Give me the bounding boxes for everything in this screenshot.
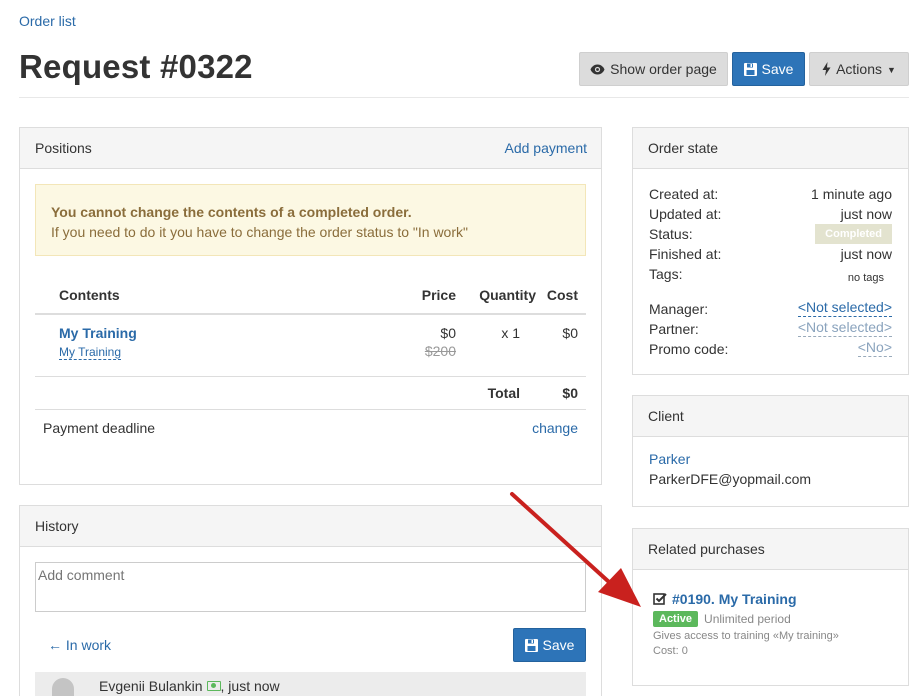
- period-text: Unlimited period: [704, 612, 791, 626]
- partner-label: Partner:: [649, 321, 699, 337]
- cost-value: $0: [562, 325, 578, 341]
- col-cost: Cost: [536, 276, 586, 315]
- history-save-button[interactable]: Save: [513, 628, 586, 662]
- positions-header: Positions Add payment: [20, 128, 601, 169]
- show-order-page-label: Show order page: [610, 61, 717, 77]
- lightning-icon: [822, 62, 831, 76]
- old-price-value: $200: [424, 343, 456, 359]
- access-text: Gives access to training «My training»: [653, 630, 839, 642]
- finished-value: just now: [840, 246, 892, 262]
- manager-select[interactable]: <Not selected>: [797, 299, 892, 317]
- client-email: ParkerDFE@yopmail.com: [649, 471, 812, 487]
- floppy-disk-icon: [743, 62, 757, 76]
- money-icon: [206, 681, 221, 691]
- add-payment-link[interactable]: Add payment: [505, 140, 588, 156]
- positions-table: Contents Price Quantity Cost My Training…: [35, 276, 586, 436]
- total-value: $0: [562, 384, 578, 401]
- status-label: Status:: [649, 226, 693, 242]
- payment-deadline-label: Payment deadline: [43, 419, 156, 436]
- entry-author: Evgenii Bulankin: [99, 678, 203, 694]
- header-divider: [19, 97, 909, 98]
- finished-label: Finished at:: [649, 246, 722, 262]
- arrow-left-icon: ←: [48, 637, 62, 653]
- show-order-page-button[interactable]: Show order page: [579, 52, 728, 86]
- product-sub-link[interactable]: My Training: [59, 345, 122, 360]
- back-status-label: In work: [65, 637, 112, 653]
- payment-deadline-row: Payment deadline change: [35, 409, 586, 436]
- floppy-disk-icon: [524, 638, 538, 652]
- order-state-title: Order state: [648, 140, 719, 156]
- promo-label: Promo code:: [649, 341, 729, 357]
- price-value: $0: [440, 325, 456, 341]
- created-label: Created at:: [649, 186, 719, 202]
- client-header: Client: [633, 396, 908, 437]
- comment-input[interactable]: [35, 562, 586, 612]
- actions-dropdown[interactable]: Actions ▼: [809, 52, 909, 86]
- history-panel: History ← In work Save Evgenii Bulankin …: [19, 505, 602, 696]
- positions-panel: Positions Add payment You cannot change …: [19, 127, 602, 485]
- breadcrumb-order-list[interactable]: Order list: [19, 13, 76, 29]
- quantity-value: x 1: [501, 325, 520, 341]
- status-badge[interactable]: Completed: [815, 224, 892, 244]
- order-state-panel: Order state Created at: 1 minute ago Upda…: [632, 127, 909, 375]
- actions-label: Actions: [836, 61, 882, 77]
- positions-title: Positions: [35, 140, 92, 156]
- back-to-in-work-link[interactable]: ← In work: [48, 637, 111, 653]
- created-value: 1 minute ago: [811, 186, 892, 202]
- alert-text: If you need to do it you have to change …: [51, 224, 468, 240]
- col-quantity: Quantity: [456, 276, 536, 315]
- order-state-header: Order state: [633, 128, 908, 169]
- cost-text: Cost: 0: [653, 645, 688, 657]
- manager-label: Manager:: [649, 301, 709, 317]
- client-title: Client: [648, 408, 684, 424]
- related-title: Related purchases: [648, 541, 765, 557]
- related-purchases-panel: Related purchases #0190. My Training Act…: [632, 528, 909, 686]
- change-deadline-link[interactable]: change: [532, 420, 578, 436]
- related-purchase-link[interactable]: #0190. My Training: [672, 591, 797, 607]
- total-row: Total $0: [35, 376, 586, 409]
- updated-value: just now: [840, 206, 892, 222]
- related-header: Related purchases: [633, 529, 908, 570]
- avatar: [52, 678, 74, 696]
- history-header: History: [20, 506, 601, 547]
- col-contents: Contents: [35, 276, 396, 315]
- tags-label: Tags:: [649, 266, 683, 282]
- client-name-link[interactable]: Parker: [649, 451, 690, 467]
- page-title: Request #0322: [19, 48, 253, 85]
- updated-label: Updated at:: [649, 206, 722, 222]
- history-save-label: Save: [542, 637, 575, 653]
- caret-down-icon: ▼: [887, 65, 896, 75]
- completed-order-alert: You cannot change the contents of a comp…: [35, 184, 586, 256]
- product-link[interactable]: My Training: [59, 325, 137, 341]
- save-label: Save: [761, 61, 794, 77]
- history-title: History: [35, 518, 79, 534]
- total-label: Total: [487, 384, 520, 401]
- tags-value[interactable]: no tags: [848, 264, 892, 299]
- client-panel: Client Parker ParkerDFE@yopmail.com: [632, 395, 909, 507]
- history-entry: Evgenii Bulankin , just now: [35, 672, 586, 696]
- promo-select[interactable]: <No>: [857, 339, 892, 357]
- partner-select[interactable]: <Not selected>: [797, 319, 892, 337]
- entry-time: , just now: [220, 678, 280, 694]
- active-badge: Active: [653, 611, 699, 627]
- save-button[interactable]: Save: [732, 52, 805, 86]
- eye-icon: [590, 64, 605, 74]
- col-price: Price: [396, 276, 456, 315]
- table-row: My Training My Training $0 $200 x 1 $0: [35, 314, 586, 376]
- checkbox-checked-icon: [653, 593, 667, 605]
- alert-title: You cannot change the contents of a comp…: [51, 204, 412, 220]
